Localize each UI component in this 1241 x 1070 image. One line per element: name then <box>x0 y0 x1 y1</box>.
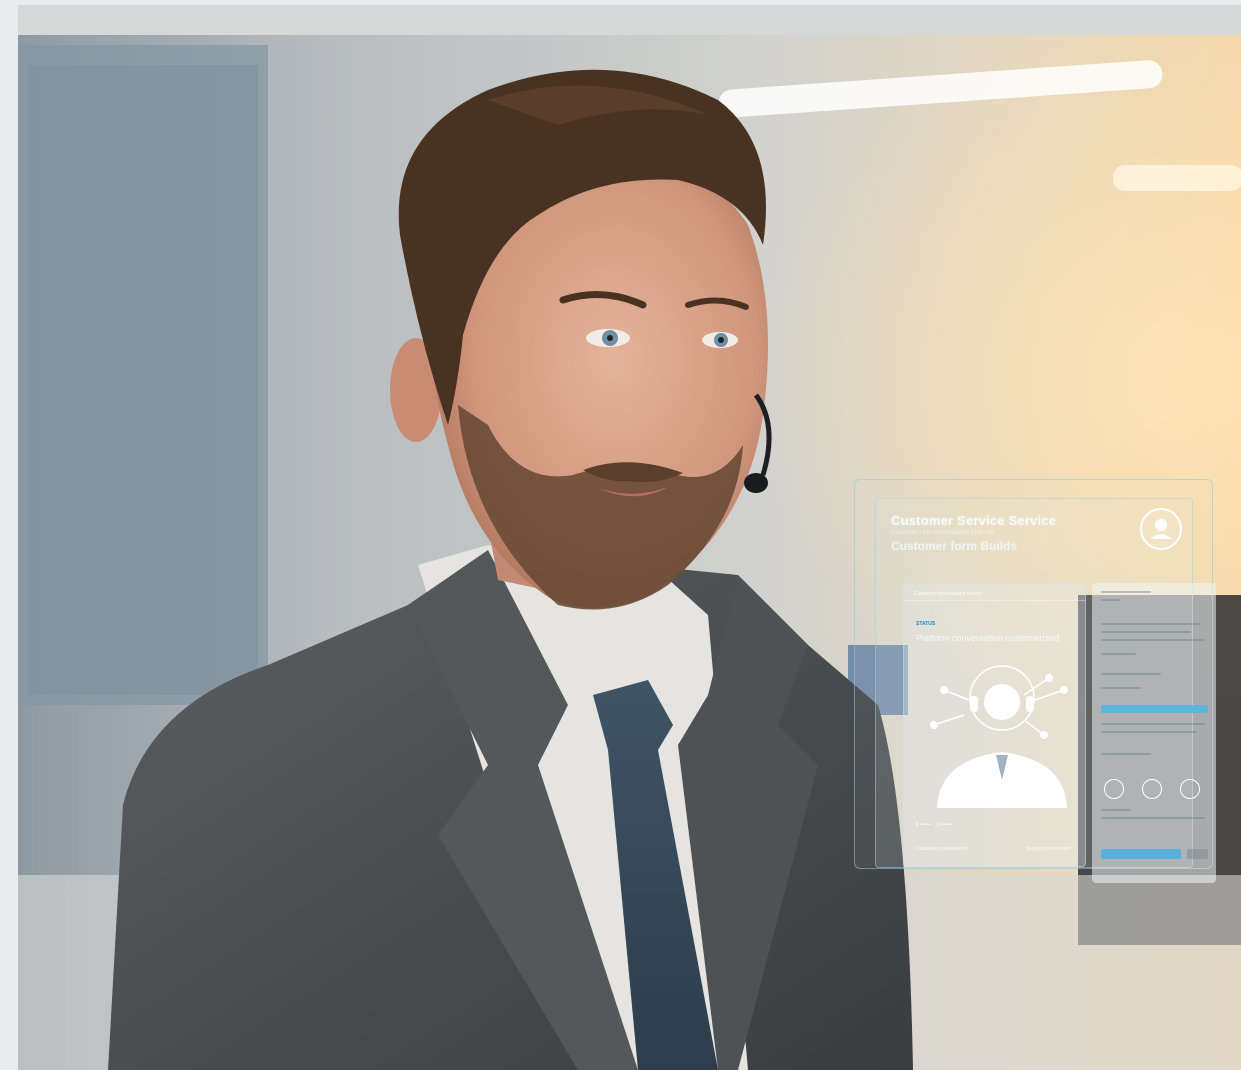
cycle-icon[interactable] <box>1180 779 1200 799</box>
status-chip: STATUS <box>916 621 936 627</box>
hud-subtitle: Customer's list conversations Chat info <box>891 530 995 536</box>
form-line <box>1101 653 1136 655</box>
stats-row: ⩇ ═══ ⩇ ═══ <box>916 822 952 828</box>
form-line <box>1101 723 1205 725</box>
form-line <box>1101 817 1205 819</box>
form-line <box>1101 591 1151 593</box>
form-line <box>1101 687 1141 689</box>
form-line <box>1101 673 1161 675</box>
card-header: Customer conversation history <box>914 591 982 597</box>
button-row <box>1101 849 1208 859</box>
hud-main-card: Customer Service Service Customer's list… <box>875 498 1216 883</box>
primary-button[interactable] <box>1101 849 1181 859</box>
secondary-button[interactable] <box>1187 849 1208 859</box>
footer-right: Support conversation <box>1025 846 1073 852</box>
conversation-card: Customer conversation history STATUS Pla… <box>903 583 1086 867</box>
refresh-icon[interactable] <box>1142 779 1162 799</box>
hud-title: Customer Service Service <box>891 513 1057 528</box>
card-divider <box>904 600 1085 601</box>
form-line <box>1101 623 1201 625</box>
cloud-icon[interactable] <box>1104 779 1124 799</box>
dropdown-select[interactable] <box>1101 705 1208 713</box>
form-card <box>1092 583 1216 883</box>
form-line <box>1101 599 1121 601</box>
user-avatar-icon[interactable] <box>1139 507 1183 551</box>
form-line <box>1101 809 1131 811</box>
hud-panel: Customer Service Service Customer's list… <box>854 479 1216 883</box>
hud-title-secondary: Customer form Builds <box>891 539 1018 553</box>
card-headline: Platform conversation customerized <box>916 633 1060 643</box>
footer-left: Customer conversation <box>916 846 968 852</box>
headset-agent-icon <box>930 665 1068 808</box>
form-line <box>1101 731 1197 733</box>
form-line <box>1101 631 1191 633</box>
photo-frame: Customer Service Service Customer's list… <box>18 5 1241 1070</box>
form-line <box>1101 753 1151 755</box>
form-line <box>1101 639 1205 641</box>
